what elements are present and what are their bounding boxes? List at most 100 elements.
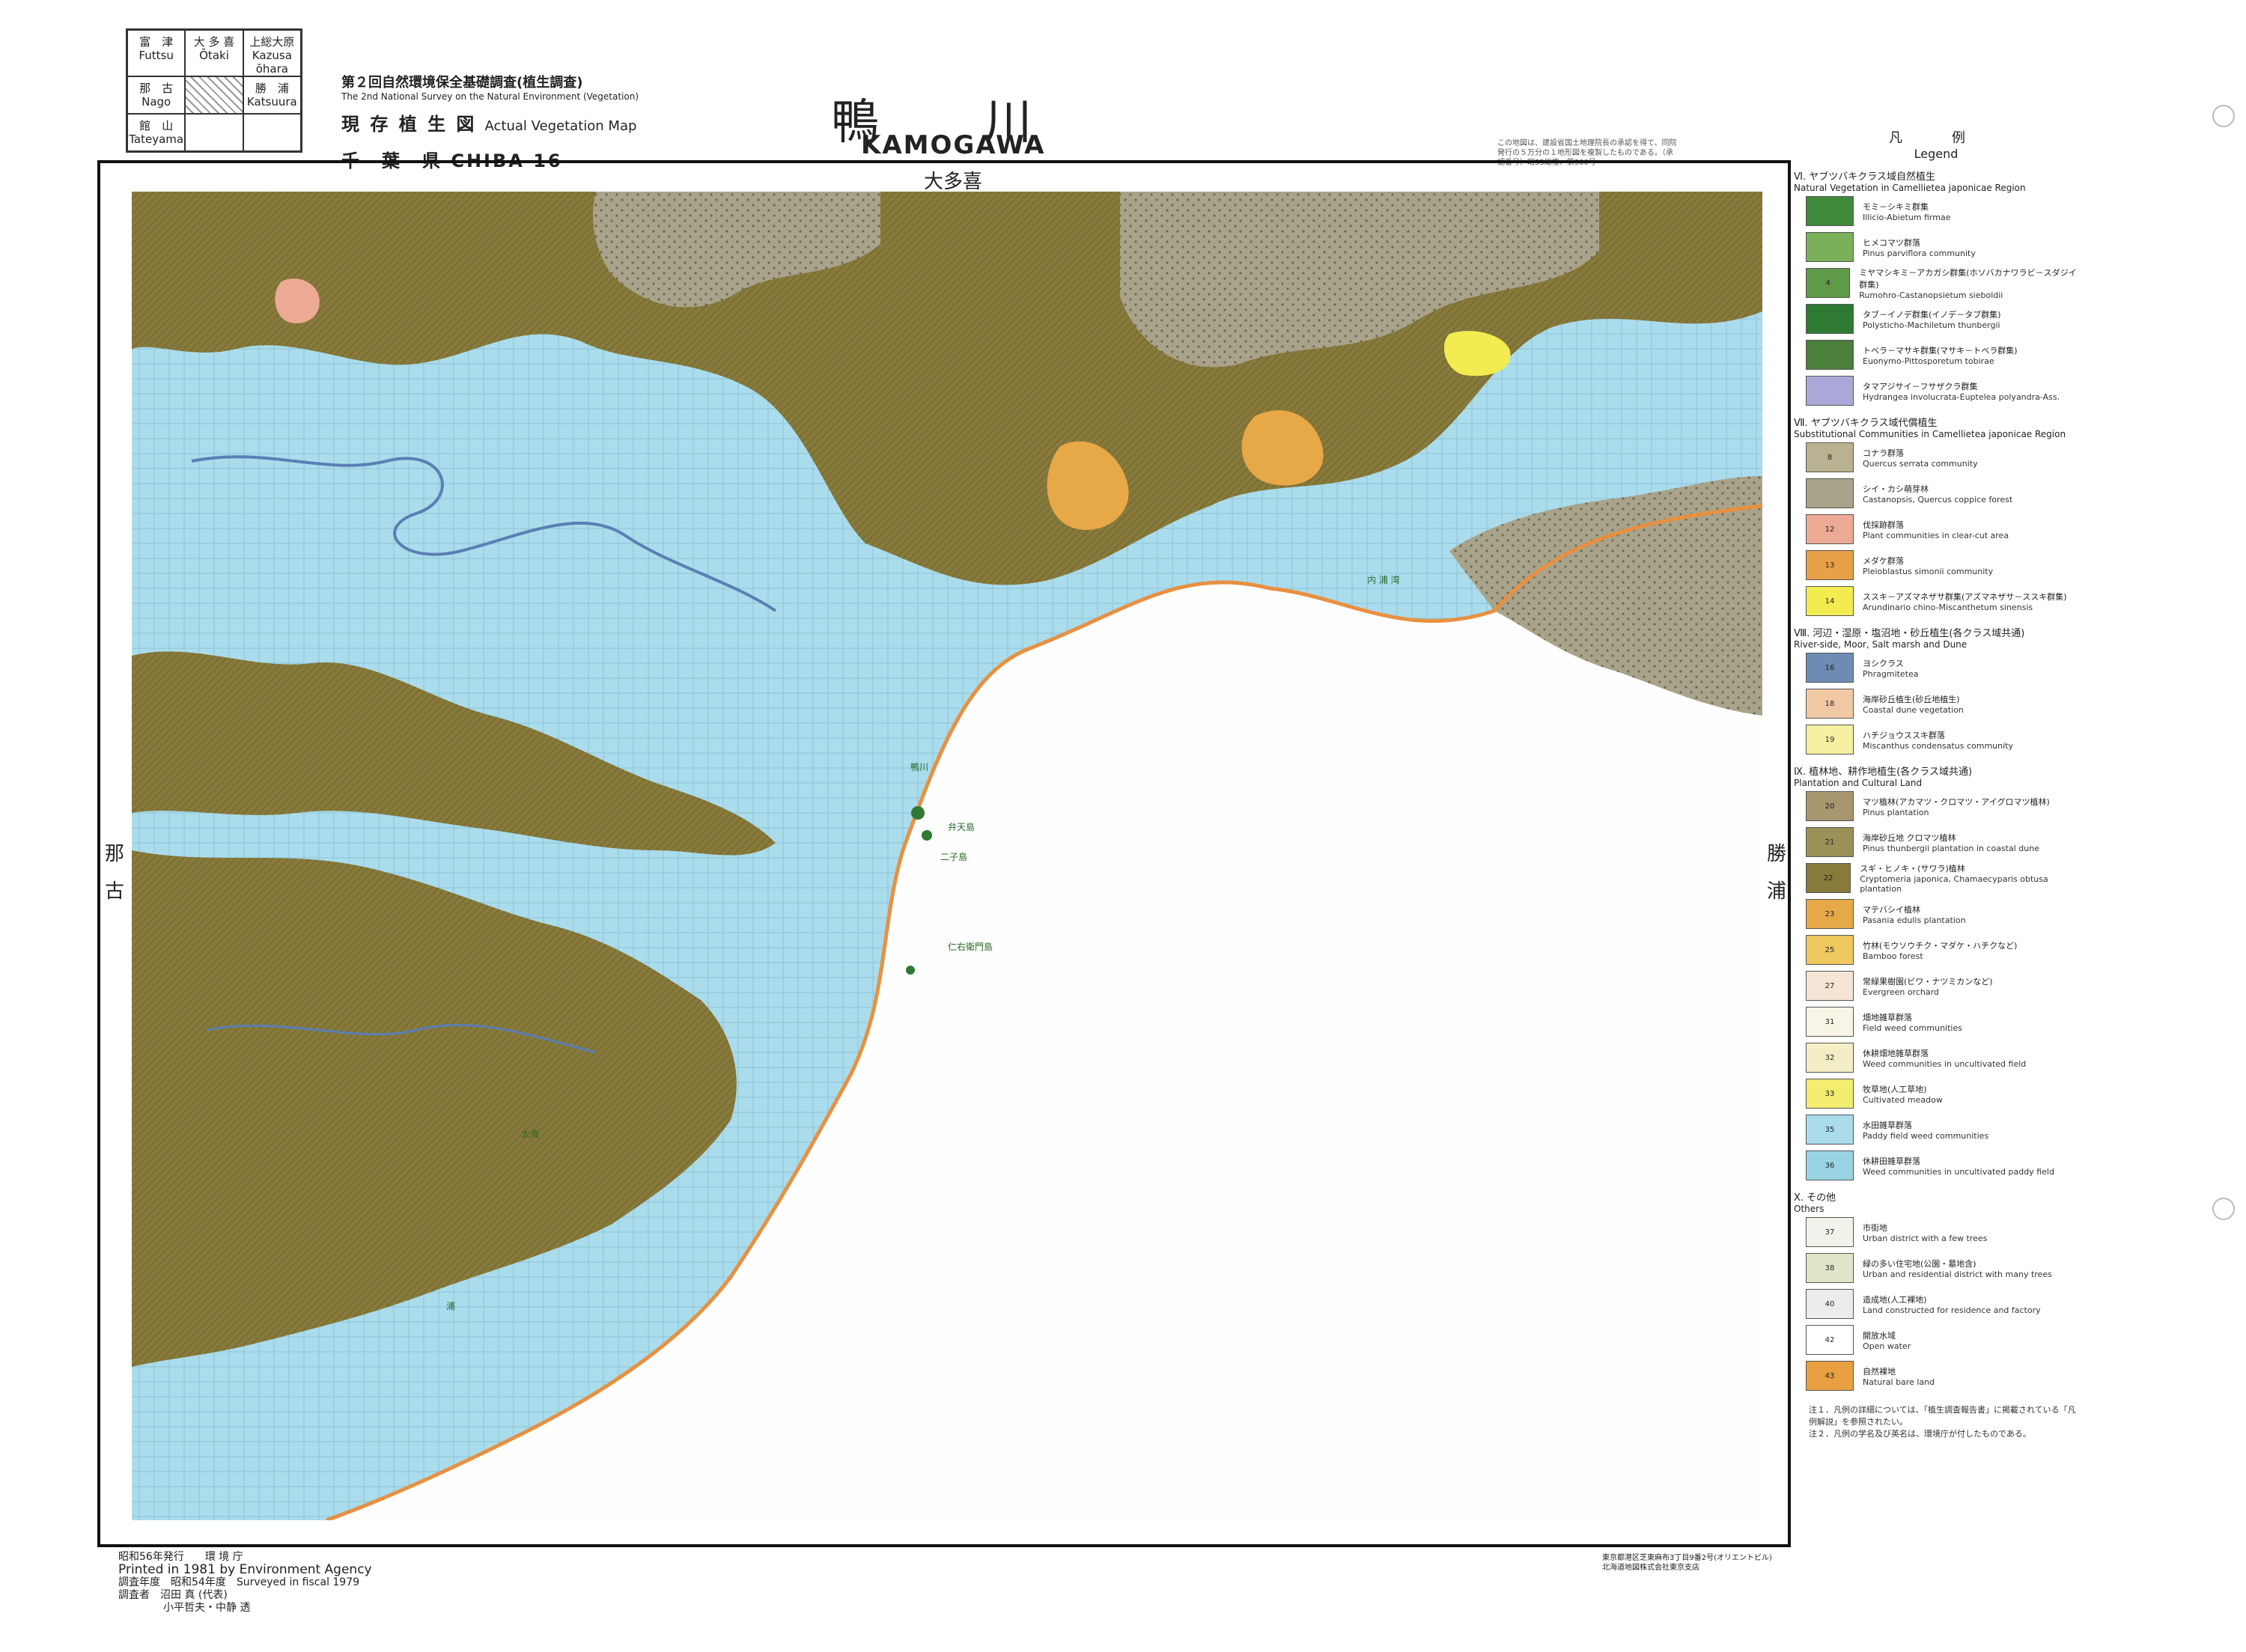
- legend-item-en: Natural bare land: [1863, 1377, 1935, 1387]
- legend-swatch: 25: [1806, 935, 1854, 965]
- index-cell-en: Nago: [141, 95, 171, 109]
- legend-item-en: Land constructed for residence and facto…: [1863, 1305, 2041, 1315]
- legend-swatch: 14: [1806, 586, 1854, 616]
- index-cell: 館 山 Tateyama: [127, 114, 186, 151]
- legend-item-text: タブ－イノデ群集(イノデ－タブ群集) Polysticho-Machiletum …: [1863, 308, 2001, 330]
- legend-note-1: 注１．凡例の詳細については、「植生調査報告書」に掲載されている「凡例解説」を参照…: [1809, 1405, 2076, 1427]
- island-2: [922, 830, 932, 841]
- legend-swatch: 12: [1806, 514, 1854, 544]
- index-cell-en: Kazusa ōhara: [252, 49, 292, 76]
- legend-title-jp: 凡 例: [1889, 130, 1983, 146]
- legend-item-en: Rumohro-Castanopsietum sieboldii: [1859, 290, 2003, 300]
- island-3: [906, 966, 915, 975]
- place-label-futagojima: 二子島: [940, 852, 968, 862]
- legend-item-jp: 自然裸地: [1863, 1366, 1896, 1377]
- legend-item: 4 ミヤマシキミ－アカガシ群集(ホソバカナワラビ－スダジイ群集) Rumohro-C…: [1794, 265, 2078, 301]
- legend-item-en: Coastal dune vegetation: [1863, 704, 1964, 715]
- legend-notes: 注１．凡例の詳細については、「植生調査報告書」に掲載されている「凡例解説」を参照…: [1794, 1404, 2078, 1440]
- legend-swatch: [1806, 478, 1854, 508]
- legend-item-jp: マツ植林(アカマツ・クロマツ・アイグロマツ植林): [1863, 796, 2050, 807]
- legend-item-text: 市街地 Urban district with a few trees: [1863, 1222, 1987, 1243]
- legend-item-text: 伐採跡群落 Plant communities in clear-cut area: [1863, 519, 2009, 540]
- survey-header: 第２回自然環境保全基礎調査(植生調査) The 2nd National Sur…: [341, 72, 639, 172]
- legend-item: 32 休耕畑地雑草群落 Weed communities in uncultivat…: [1794, 1040, 2078, 1076]
- legend-item: タマアジサイ－フサザクラ群集 Hydrangea involucrata-Eupt…: [1794, 373, 2078, 409]
- legend-item-en: Plant communities in clear-cut area: [1863, 530, 2009, 540]
- survey-title-jp: 第２回自然環境保全基礎調査(植生調査): [341, 75, 583, 91]
- legend-item-en: Paddy field weed communities: [1863, 1130, 1989, 1141]
- legend-item: 12 伐採跡群落 Plant communities in clear-cut ar…: [1794, 511, 2078, 547]
- legend-item-text: タマアジサイ－フサザクラ群集 Hydrangea involucrata-Eupt…: [1863, 380, 2060, 402]
- legend-item-text: ハチジョウススキ群落 Miscanthus condensatus communi…: [1863, 729, 2013, 751]
- footer-publish-en: Printed in 1981 by Environment Agency: [118, 1562, 372, 1577]
- island: [911, 806, 925, 820]
- legend-item: 36 休耕田雑草群落 Weed communities in uncultivate…: [1794, 1147, 2078, 1183]
- legend-item: タブ－イノデ群集(イノデ－タブ群集) Polysticho-Machiletum …: [1794, 301, 2078, 337]
- legend-item: 40 造成地(人工裸地) Land constructed for residenc…: [1794, 1286, 2078, 1322]
- legend-item: 42 開放水域 Open water: [1794, 1322, 2078, 1358]
- legend-item: 22 スギ・ヒノキ・(サワラ)植林 Cryptomeria japonica, Ch…: [1794, 860, 2078, 896]
- legend-swatch: 43: [1806, 1361, 1854, 1391]
- binder-hole: [2212, 1198, 2235, 1220]
- legend-swatch: 38: [1806, 1253, 1854, 1283]
- index-cell-en: Katsuura: [246, 95, 297, 109]
- legend-item: 8 コナラ群落 Quercus serrata community: [1794, 439, 2078, 475]
- legend-item: 20 マツ植林(アカマツ・クロマツ・アイグロマツ植林) Pinus plantati…: [1794, 788, 2078, 824]
- legend-item-text: 竹林(モウソウチク・マダケ・ハチクなど) Bamboo forest: [1863, 939, 2017, 961]
- legend-item-en: Pinus parviflora community: [1863, 248, 1976, 258]
- legend-item-jp: 造成地(人工裸地): [1863, 1294, 1927, 1305]
- legend-item-text: メダケ群落 Pleioblastus simonii community: [1863, 555, 1993, 576]
- index-cell-en: Ōtaki: [199, 49, 229, 62]
- legend-item-jp: ハチジョウススキ群落: [1863, 730, 1945, 740]
- legend-item-jp: マテバシイ植林: [1863, 904, 1920, 915]
- legend-item-text: 休耕畑地雑草群落 Weed communities in uncultivated…: [1863, 1047, 2026, 1069]
- legend-item-en: Weed communities in uncultivated field: [1863, 1058, 2027, 1069]
- index-cell: 富 津 Futtsu: [127, 30, 186, 76]
- legend-item-jp: 開放水域: [1863, 1330, 1896, 1341]
- legend-item-en: Weed communities in uncultivated paddy f…: [1863, 1166, 2054, 1177]
- vegetation-map[interactable]: 内 浦 湾 仁右衛門島 鴨川 二子島 弁天島 浦 太海: [132, 192, 1762, 1520]
- legend-item-jp: コナラ群落: [1863, 448, 1904, 458]
- legend-swatch: 36: [1806, 1150, 1854, 1180]
- legend-item: 37 市街地 Urban district with a few trees: [1794, 1214, 2078, 1250]
- footer-surveyor: 調査者 沼田 真 (代表): [118, 1589, 228, 1601]
- legend-section: Ⅵ. ヤブツバキクラス域自然植生 Natural Vegetation in Ca…: [1794, 168, 2078, 409]
- footer-surveyor-2: 小平哲夫・中静 透: [163, 1602, 251, 1614]
- legend-section-title-en: Substitutional Communities in Camelliete…: [1794, 429, 2066, 439]
- legend-item-text: 造成地(人工裸地) Land constructed for residence …: [1863, 1293, 2041, 1315]
- legend-item-jp: 緑の多い住宅地(公園・墓地含): [1863, 1258, 1976, 1269]
- legend-item-jp: シイ・カシ萌芽林: [1863, 484, 1929, 494]
- legend-swatch: 21: [1806, 827, 1854, 857]
- legend-item: 33 牧草地(人工草地) Cultivated meadow: [1794, 1076, 2078, 1112]
- legend-item: トベラ－マサキ群集(マサキ－トベラ群集) Euonymo-Pittosporetu…: [1794, 337, 2078, 373]
- place-label-uchiura: 内 浦 湾: [1367, 575, 1400, 585]
- legend-section-title-en: Natural Vegetation in Camellietea japoni…: [1794, 183, 2026, 193]
- index-cell: [243, 114, 301, 151]
- legend-item-en: Pinus plantation: [1863, 807, 1929, 817]
- map-type-jp: 現 存 植 生 図: [341, 114, 477, 135]
- legend-item-en: Pinus thunbergii plantation in coastal d…: [1863, 843, 2039, 853]
- legend-item-en: Bamboo forest: [1863, 951, 1923, 961]
- legend-item: 13 メダケ群落 Pleioblastus simonii community: [1794, 547, 2078, 583]
- legend-swatch: 40: [1806, 1289, 1854, 1319]
- index-cell: [185, 114, 243, 151]
- legend-item-text: ミヤマシキミ－アカガシ群集(ホソバカナワラビ－スダジイ群集) Rumohro-Ca…: [1859, 266, 2078, 300]
- right-edge-label-2: 浦: [1767, 880, 1787, 903]
- legend-item: 14 ススキ－アズマネザサ群集(アズマネザサ－ススキ群集) Arundinario …: [1794, 583, 2078, 619]
- legend-section-title-jp: Ⅷ. 河辺・湿原・塩沼地・砂丘植生(各クラス域共通): [1794, 628, 2025, 639]
- legend-item: 21 海岸砂丘地 クロマツ植林 Pinus thunbergii plantatio…: [1794, 824, 2078, 860]
- legend-item-jp: ヨシクラス: [1863, 658, 1904, 668]
- legend-item-jp: 畑地雑草群落: [1863, 1012, 1912, 1022]
- legend-item: 23 マテバシイ植林 Pasania edulis plantation: [1794, 896, 2078, 932]
- legend-item: 18 海岸砂丘植生(砂丘地植生) Coastal dune vegetation: [1794, 686, 2078, 722]
- index-cell: [185, 76, 243, 114]
- legend-item-jp: 市街地: [1863, 1222, 1887, 1233]
- legend-item-text: スギ・ヒノキ・(サワラ)植林 Cryptomeria japonica, Cham…: [1860, 862, 2078, 894]
- legend-swatch: 23: [1806, 899, 1854, 929]
- legend-section-title-jp: Ⅶ. ヤブツバキクラス域代償植生: [1794, 418, 1938, 429]
- footer-survey-year: 調査年度 昭和54年度 Surveyed in fiscal 1979: [118, 1576, 360, 1588]
- legend-item: 25 竹林(モウソウチク・マダケ・ハチクなど) Bamboo forest: [1794, 932, 2078, 968]
- legend-swatch: [1806, 376, 1854, 406]
- legend-swatch: 19: [1806, 725, 1854, 755]
- map-type-en: Actual Vegetation Map: [484, 118, 637, 134]
